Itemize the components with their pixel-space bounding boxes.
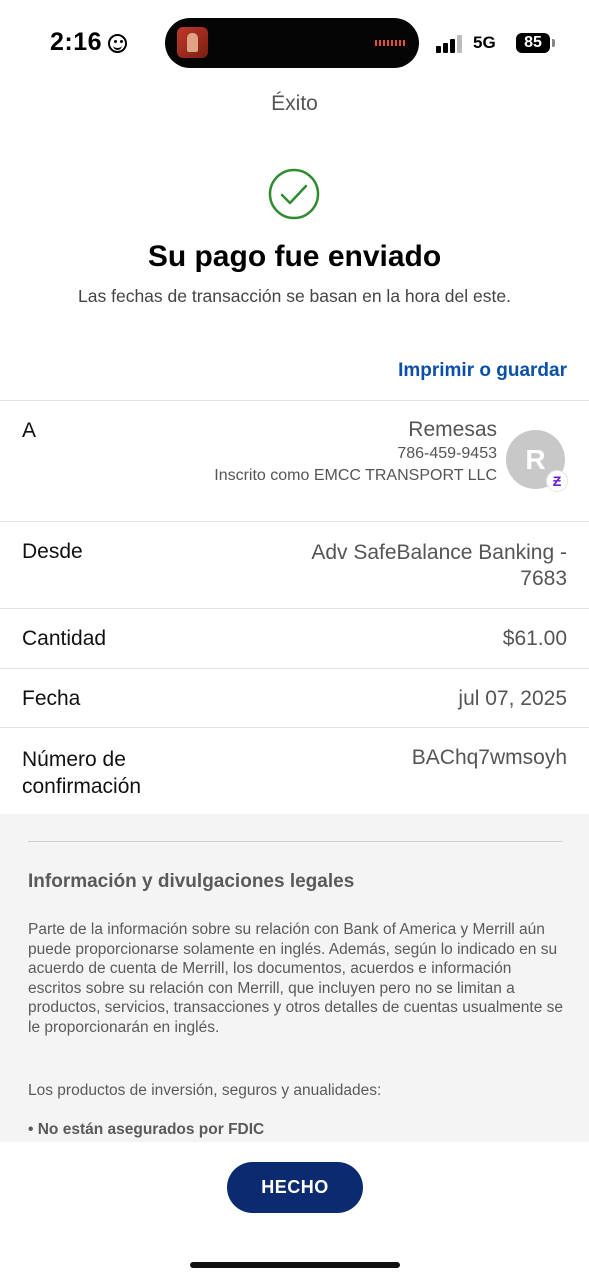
- network-type: 5G: [473, 33, 496, 52]
- divider: [28, 841, 562, 842]
- divider: [0, 521, 589, 522]
- zelle-icon: Ƶ: [546, 470, 568, 492]
- success-headline: Su pago fue enviado: [147, 240, 442, 273]
- legal-paragraph: Parte de la información sobre su relació…: [28, 921, 564, 1036]
- done-button[interactable]: HECHO: [227, 1162, 363, 1213]
- divider: [0, 668, 589, 669]
- recipient-phone: 786-459-9453: [397, 445, 497, 462]
- smiley-icon: [108, 34, 127, 53]
- now-playing-thumbnail: [177, 27, 208, 58]
- legal-products-intro: Los productos de inversión, seguros y an…: [28, 1082, 382, 1099]
- status-time: 2:16: [50, 28, 103, 56]
- battery-tip: [552, 39, 555, 47]
- status-bar: 2:16 5G 85: [0, 0, 589, 80]
- recipient-name: Remesas: [408, 418, 497, 441]
- legal-disclosures: Información y divulgaciones legales Part…: [0, 814, 589, 1142]
- from-account: Adv SafeBalance Banking - 7683: [311, 541, 567, 590]
- print-or-save-link[interactable]: Imprimir o guardar: [398, 360, 567, 382]
- checkmark-circle-icon: [268, 168, 320, 220]
- to-label: A: [22, 419, 37, 442]
- dynamic-island[interactable]: [165, 18, 419, 68]
- from-label: Desde: [22, 540, 83, 563]
- recipient-enrolled-as: Inscrito como EMCC TRANSPORT LLC: [214, 467, 497, 484]
- signal-icon: [436, 35, 464, 53]
- legal-bullet-fdic: • No están asegurados por FDIC: [28, 1121, 265, 1138]
- audio-wave-icon: [375, 40, 405, 46]
- timezone-note: Las fechas de transacción se basan en la…: [78, 286, 511, 306]
- home-indicator[interactable]: [190, 1262, 400, 1268]
- confirmation-label: Número de confirmación: [22, 748, 142, 798]
- amount-value: $61.00: [502, 627, 567, 650]
- battery-icon: 85: [516, 33, 550, 53]
- page-title: Éxito: [271, 92, 318, 115]
- divider: [0, 727, 589, 728]
- divider: [0, 400, 589, 401]
- divider: [0, 608, 589, 609]
- confirmation-number: BAChq7wmsoyh: [411, 746, 567, 769]
- date-value: jul 07, 2025: [458, 687, 567, 710]
- amount-label: Cantidad: [22, 627, 107, 650]
- date-label: Fecha: [22, 687, 81, 710]
- legal-title: Información y divulgaciones legales: [28, 871, 355, 892]
